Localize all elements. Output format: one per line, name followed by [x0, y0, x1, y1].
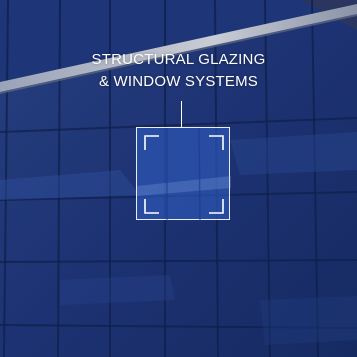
service-title: STRUCTURAL GLAZING & WINDOW SYSTEMS [0, 49, 357, 93]
connector-line [181, 101, 182, 128]
glazing-frame-icon [136, 127, 231, 221]
service-tile[interactable]: STRUCTURAL GLAZING & WINDOW SYSTEMS [0, 0, 357, 357]
service-title-line1: STRUCTURAL GLAZING [91, 51, 266, 68]
service-title-line2: & WINDOW SYSTEMS [98, 73, 259, 90]
